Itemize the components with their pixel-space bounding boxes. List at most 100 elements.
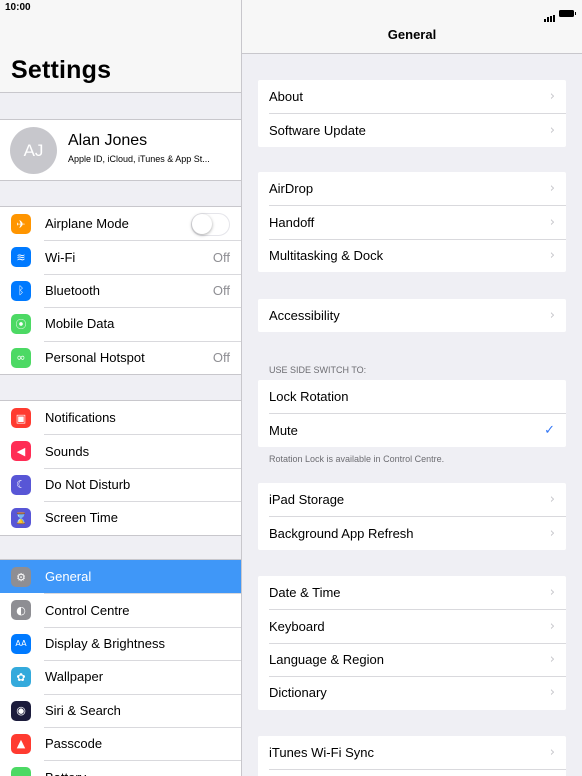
- moon-icon: ☾: [11, 474, 31, 495]
- sidebar-group-system: ⚙ General ◐ Control Centre AA Display & Brigh…: [0, 559, 241, 776]
- profile-subtitle: Apple ID, iCloud, iTunes & App St...: [68, 154, 210, 164]
- switches-icon: ◐: [11, 600, 31, 621]
- general-group-side-switch: Lock Rotation Mute ✓: [258, 380, 566, 447]
- sidebar-item-label: Battery: [45, 770, 86, 776]
- sidebar-item-label: Passcode: [45, 736, 103, 752]
- general-detail-pane: General About › Software Update › AirDrop › H…: [242, 0, 582, 776]
- hourglass-icon: ⌛: [11, 508, 31, 529]
- sidebar-item-label: General: [45, 569, 92, 585]
- chevron-right-icon: ›: [549, 525, 555, 541]
- general-row-label: Keyboard: [269, 618, 325, 634]
- chevron-right-icon: ›: [549, 122, 555, 138]
- nav-title: General: [387, 27, 437, 42]
- general-row-handoff[interactable]: Handoff ›: [258, 205, 566, 238]
- speaker-icon: ◀: [11, 441, 31, 462]
- general-row-keyboard[interactable]: Keyboard ›: [258, 609, 566, 642]
- chevron-right-icon: ›: [549, 585, 555, 601]
- general-group-sync: iTunes Wi-Fi Sync › VPN›: [258, 736, 566, 776]
- general-row-label: Language & Region: [269, 651, 384, 667]
- chevron-right-icon: ›: [549, 308, 555, 324]
- sidebar-item-mobile-data[interactable]: ⦿ Mobile Data: [0, 307, 241, 340]
- general-row-label: Lock Rotation: [269, 389, 349, 405]
- sidebar-item-label: Wallpaper: [45, 669, 104, 685]
- general-row-label: Multitasking & Dock: [269, 247, 384, 263]
- sidebar-item-personal-hotspot[interactable]: ∞ Personal Hotspot Off: [0, 340, 241, 374]
- general-row-accessibility[interactable]: Accessibility ›: [258, 299, 566, 332]
- sidebar-item-siri-and-search[interactable]: ◉ Siri & Search: [0, 693, 241, 727]
- sidebar-item-value: Off: [212, 349, 230, 365]
- general-row-itunes-wi-fi-sync[interactable]: iTunes Wi-Fi Sync ›: [258, 736, 566, 769]
- general-row-vpn[interactable]: VPN›: [258, 769, 566, 776]
- sidebar-item-label: Personal Hotspot: [45, 349, 145, 365]
- general-row-lock-rotation[interactable]: Lock Rotation: [258, 380, 566, 413]
- chevron-right-icon: ›: [549, 618, 555, 634]
- general-row-software-update[interactable]: Software Update ›: [258, 113, 566, 146]
- sidebar-item-value: Off: [212, 249, 230, 265]
- sidebar-item-value: Off: [212, 282, 230, 298]
- general-group-about: About › Software Update ›: [258, 80, 566, 147]
- profile-name: Alan Jones: [68, 132, 148, 149]
- sidebar-item-sounds[interactable]: ◀ Sounds: [0, 434, 241, 467]
- sidebar-item-screen-time[interactable]: ⌛ Screen Time: [0, 501, 241, 534]
- general-row-dictionary[interactable]: Dictionary ›: [258, 676, 566, 709]
- sidebar-item-control-centre[interactable]: ◐ Control Centre: [0, 593, 241, 626]
- side-switch-section-header: USE SIDE SWITCH TO:: [269, 365, 367, 375]
- sidebar-item-label: Mobile Data: [45, 316, 115, 332]
- sidebar-item-label: Wi-Fi: [45, 249, 76, 265]
- apple-id-profile[interactable]: AJ Alan Jones Apple ID, iCloud, iTunes &…: [0, 119, 241, 181]
- general-row-background-app-refresh[interactable]: Background App Refresh ›: [258, 516, 566, 549]
- sidebar-item-notifications[interactable]: ▣ Notifications: [0, 401, 241, 434]
- sidebar-item-wallpaper[interactable]: ✿ Wallpaper: [0, 660, 241, 693]
- gear-icon: ⚙: [11, 567, 31, 587]
- wifi-icon: ≋: [11, 247, 31, 268]
- siri-icon: ◉: [11, 700, 31, 721]
- flower-icon: ✿: [11, 667, 31, 688]
- general-row-language-and-region[interactable]: Language & Region ›: [258, 642, 566, 676]
- chevron-right-icon: ›: [549, 651, 555, 667]
- status-time: 10:00: [5, 2, 31, 13]
- lock-icon: ▲: [11, 733, 31, 754]
- general-row-label: Accessibility: [269, 308, 340, 324]
- sidebar-item-bluetooth[interactable]: ᛒ Bluetooth Off: [0, 273, 241, 307]
- chevron-right-icon: ›: [549, 745, 555, 761]
- general-row-mute[interactable]: Mute ✓: [258, 413, 566, 446]
- general-row-label: Mute: [269, 422, 298, 438]
- sidebar-item-label: Notifications: [45, 410, 116, 426]
- sidebar-item-label: Bluetooth: [45, 282, 100, 298]
- sidebar-group-notifications: ▣ Notifications ◀ Sounds ☾ Do Not Disturb ⌛ Scr…: [0, 400, 241, 536]
- general-group-sharing: AirDrop › Handoff › Multitasking & Dock ›: [258, 172, 566, 273]
- general-row-multitasking-and-dock[interactable]: Multitasking & Dock ›: [258, 238, 566, 272]
- sidebar-item-label: Sounds: [45, 443, 90, 459]
- signal-icon: [544, 4, 556, 22]
- sidebar-item-airplane-mode[interactable]: ✈ Airplane Mode: [0, 207, 241, 240]
- sidebar-item-wi-fi[interactable]: ≋ Wi-Fi Off: [0, 240, 241, 273]
- general-row-date-and-time[interactable]: Date & Time ›: [258, 576, 566, 609]
- side-switch-section-footer: Rotation Lock is available in Control Ce…: [269, 454, 445, 464]
- general-row-ipad-storage[interactable]: iPad Storage ›: [258, 483, 566, 516]
- sidebar-item-label: Display & Brightness: [45, 635, 165, 651]
- sidebar-item-label: Control Centre: [45, 602, 130, 618]
- battery-icon: ▬: [11, 767, 31, 776]
- notifications-icon: ▣: [11, 408, 31, 428]
- sidebar-item-do-not-disturb[interactable]: ☾ Do Not Disturb: [0, 467, 241, 501]
- sidebar-item-label: Do Not Disturb: [45, 476, 131, 492]
- sidebar-group-connectivity: ✈ Airplane Mode ≋ Wi-Fi Off ᛒ Bluetooth Off ⦿ Mob…: [0, 206, 241, 375]
- sidebar-item-battery[interactable]: ▬ Battery: [0, 760, 241, 776]
- checkmark-icon: ✓: [544, 422, 555, 438]
- chevron-right-icon: ›: [549, 89, 555, 105]
- general-row-label: Date & Time: [269, 585, 341, 601]
- sidebar-item-display-and-brightness[interactable]: AA Display & Brightness: [0, 626, 241, 660]
- general-row-label: iPad Storage: [269, 492, 345, 508]
- sidebar-item-general[interactable]: ⚙ General: [0, 560, 241, 594]
- sidebar-item-label: Siri & Search: [45, 702, 121, 718]
- sidebar-item-passcode[interactable]: ▲ Passcode: [0, 726, 241, 760]
- airplane-icon: ✈: [11, 214, 31, 234]
- general-row-label: Dictionary: [269, 685, 327, 701]
- general-row-airdrop[interactable]: AirDrop ›: [258, 172, 566, 205]
- general-row-about[interactable]: About ›: [258, 80, 566, 113]
- page-title: Settings: [11, 56, 112, 84]
- chevron-right-icon: ›: [549, 247, 555, 263]
- avatar: AJ: [10, 127, 57, 174]
- airplane-mode-toggle[interactable]: [191, 213, 230, 236]
- text-size-icon: AA: [11, 633, 31, 654]
